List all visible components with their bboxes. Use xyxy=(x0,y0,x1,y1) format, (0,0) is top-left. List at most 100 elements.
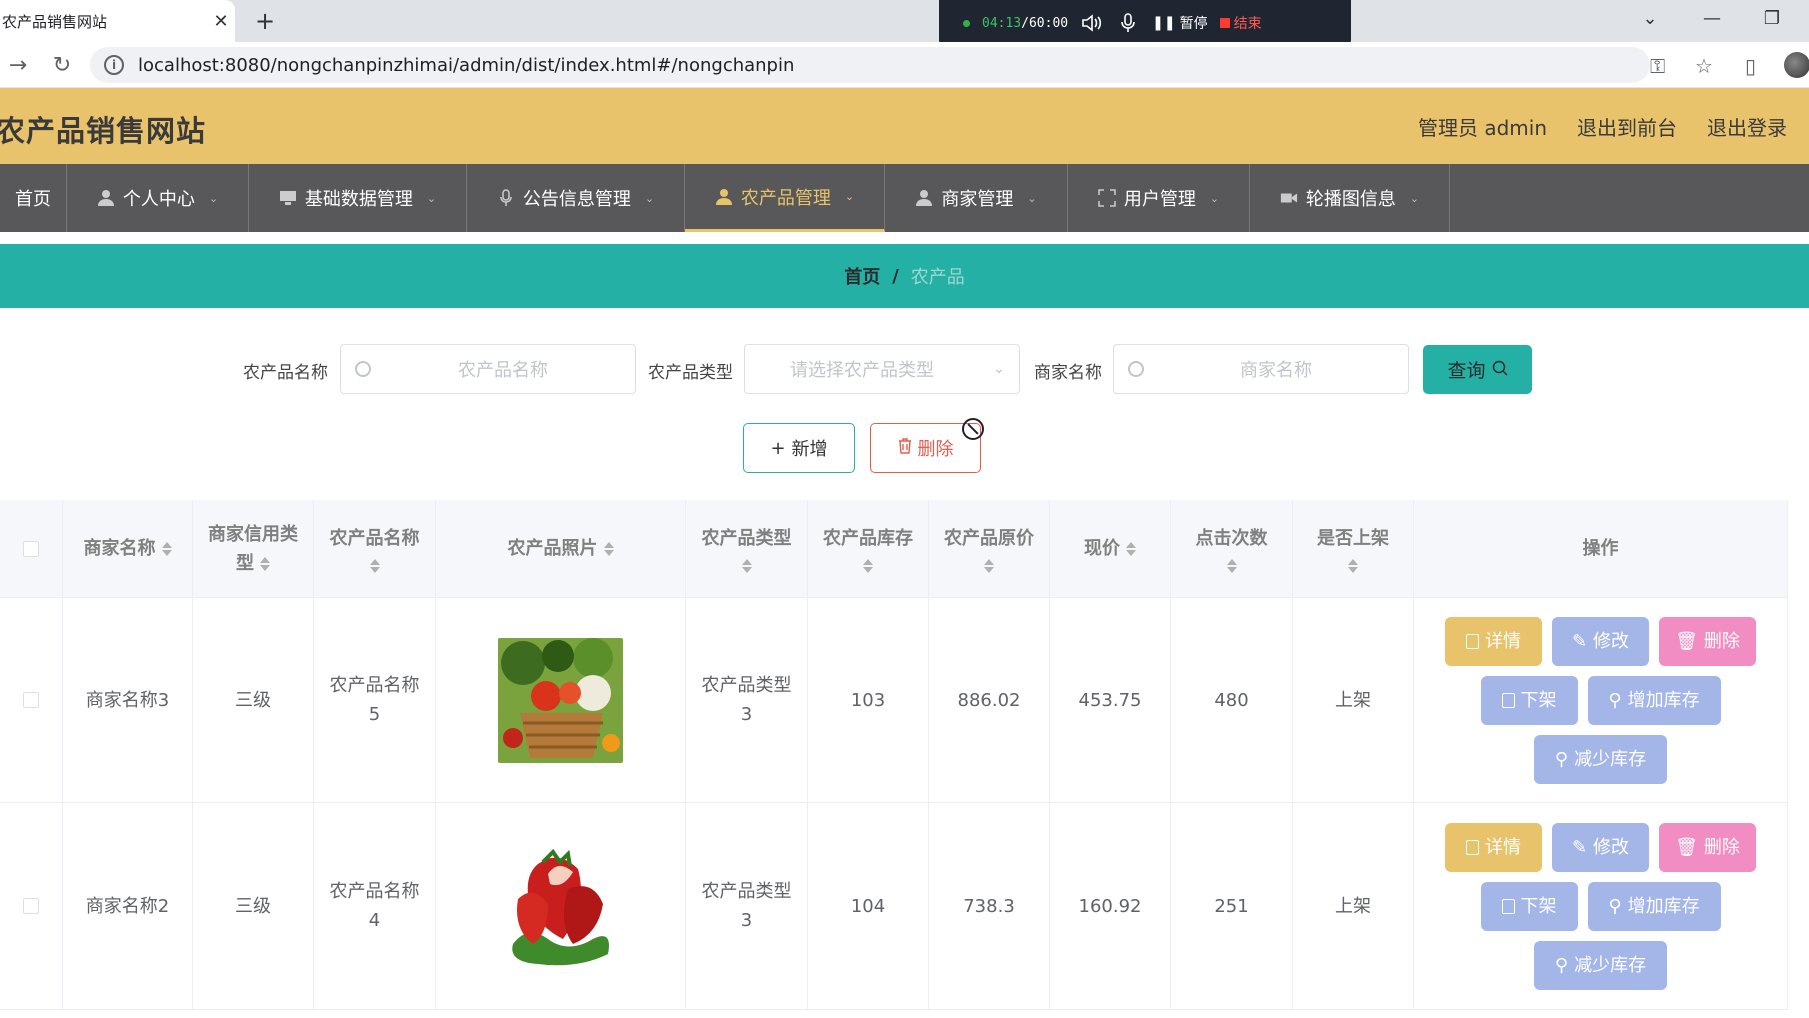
side-panel-icon[interactable]: ▯ xyxy=(1745,54,1756,78)
cell-product-type: 农产品类型3 xyxy=(686,803,808,1009)
stop-recording-button[interactable]: 结束 xyxy=(1219,13,1262,33)
cell-product-name: 农产品名称5 xyxy=(314,598,436,802)
column-label: 农产品名称 xyxy=(329,528,420,549)
nav-item-home[interactable]: 首页 xyxy=(0,164,67,232)
query-button[interactable]: 查询 xyxy=(1423,345,1532,394)
table-row: 商家名称3 三级 农产品名称5 农产品类型3 103 886.02 453.75… xyxy=(0,598,1788,803)
delete-button[interactable]: 🗑 删除 xyxy=(1659,822,1756,872)
recording-timer: 04:13/60:00 xyxy=(982,16,1068,31)
off-shelf-button[interactable]: 下架 xyxy=(1480,675,1578,725)
profile-avatar[interactable] xyxy=(1784,52,1809,78)
row-select-cell xyxy=(0,803,63,1009)
video-camera-icon xyxy=(1280,189,1298,207)
sort-icon[interactable] xyxy=(863,559,873,573)
sort-icon[interactable] xyxy=(161,541,172,556)
col-click-count[interactable]: 点击次数 xyxy=(1171,500,1293,597)
tab-search-chevron-icon[interactable]: ⌄ xyxy=(1635,8,1665,29)
restore-window-button[interactable]: ❐ xyxy=(1757,8,1787,29)
reduce-stock-button[interactable]: ⚲ 减少库存 xyxy=(1534,940,1667,990)
merchant-name-input[interactable]: 商家名称 xyxy=(1113,344,1409,394)
nav-item-product[interactable]: 农产品管理 ⌄ xyxy=(685,164,885,232)
logout-link[interactable]: 退出登录 xyxy=(1707,112,1787,141)
col-merchant-name[interactable]: 商家名称 xyxy=(63,500,193,597)
vegetable-basket-image[interactable] xyxy=(498,637,623,763)
sort-icon[interactable] xyxy=(260,556,270,571)
browser-tab[interactable]: 农产品销售网站 ✕ xyxy=(0,0,235,42)
sort-icon[interactable] xyxy=(984,559,994,573)
location-pin-icon: ⚲ xyxy=(1608,895,1622,917)
col-original-price[interactable]: 农产品原价 xyxy=(929,500,1050,597)
browser-toolbar: → ↻ i localhost:8080/nongchanpinzhimai/a… xyxy=(0,42,1809,88)
microphone-icon[interactable] xyxy=(1116,13,1140,33)
cell-product-type: 农产品类型3 xyxy=(686,598,808,802)
add-stock-button[interactable]: ⚲ 增加库存 xyxy=(1587,881,1721,931)
site-title: 农产品销售网站 xyxy=(0,114,207,148)
edit-button[interactable]: ✎ 修改 xyxy=(1552,822,1649,872)
site-info-icon[interactable]: i xyxy=(104,55,124,75)
row-checkbox[interactable] xyxy=(23,692,39,708)
column-label: 点击次数 xyxy=(1195,528,1268,549)
col-current-price[interactable]: 现价 xyxy=(1050,500,1171,597)
chevron-down-icon: ⌄ xyxy=(844,190,855,203)
add-button[interactable]: + 新增 xyxy=(743,423,855,473)
nav-item-merchant[interactable]: 商家管理 ⌄ xyxy=(885,164,1068,232)
new-tab-button[interactable]: + xyxy=(250,6,280,36)
row-checkbox[interactable] xyxy=(23,898,39,914)
detail-button[interactable]: 详情 xyxy=(1445,616,1542,666)
strawberry-image[interactable] xyxy=(498,843,623,969)
recording-elapsed: 04:13 xyxy=(982,15,1022,31)
minimize-window-button[interactable]: — xyxy=(1697,8,1727,29)
sort-icon[interactable] xyxy=(741,559,752,573)
col-product-name[interactable]: 农产品名称 xyxy=(314,500,436,597)
breadcrumb-home[interactable]: 首页 xyxy=(844,263,880,289)
product-name-input[interactable]: 农产品名称 xyxy=(340,344,636,394)
nav-item-notice[interactable]: 公告信息管理 ⌄ xyxy=(467,164,685,232)
nav-item-personal-center[interactable]: 个人中心 ⌄ xyxy=(67,164,249,232)
add-stock-button[interactable]: ⚲ 增加库存 xyxy=(1587,675,1721,725)
col-product-photo[interactable]: 农产品照片 xyxy=(436,500,686,597)
trash-icon: 🗑 xyxy=(1675,836,1698,858)
col-stock[interactable]: 农产品库存 xyxy=(808,500,929,597)
cell-credit-type: 三级 xyxy=(193,598,314,802)
password-key-icon[interactable]: ⚿ xyxy=(1650,54,1665,78)
edit-button[interactable]: ✎ 修改 xyxy=(1552,616,1649,666)
location-pin-icon: ⚲ xyxy=(1554,748,1569,770)
browser-tab-title: 农产品销售网站 xyxy=(2,12,108,31)
merchant-name-placeholder: 商家名称 xyxy=(1240,360,1312,381)
select-all-checkbox[interactable] xyxy=(23,540,39,557)
col-product-type[interactable]: 农产品类型 xyxy=(686,500,808,597)
sort-icon[interactable] xyxy=(1226,559,1237,573)
chevron-down-icon: ⌄ xyxy=(1409,191,1420,205)
off-shelf-label: 下架 xyxy=(1520,895,1557,917)
delete-button[interactable]: 🗑 删除 xyxy=(1659,616,1756,666)
reload-icon[interactable]: ↻ xyxy=(48,52,76,80)
off-shelf-button[interactable]: 下架 xyxy=(1480,881,1578,931)
col-credit-type[interactable]: 商家信用类型 xyxy=(193,500,314,597)
col-on-shelf[interactable]: 是否上架 xyxy=(1293,500,1414,597)
back-to-front-link[interactable]: 退出到前台 xyxy=(1577,112,1677,141)
document-icon xyxy=(1501,692,1515,708)
add-stock-label: 增加库存 xyxy=(1627,895,1700,917)
detail-button[interactable]: 详情 xyxy=(1445,822,1542,872)
column-label-wrap: 商家信用类型 xyxy=(207,520,299,578)
reduce-stock-label: 减少库存 xyxy=(1574,748,1647,770)
bookmark-star-icon[interactable]: ☆ xyxy=(1695,54,1713,78)
close-tab-icon[interactable]: ✕ xyxy=(207,11,235,32)
product-type-select[interactable]: 请选择农产品类型 ⌄ xyxy=(744,344,1020,394)
nav-item-basic-data[interactable]: 基础数据管理 ⌄ xyxy=(249,164,467,232)
cell-original-price: 886.02 xyxy=(929,598,1050,802)
forward-arrow-icon[interactable]: → xyxy=(4,52,32,80)
nav-item-user[interactable]: 用户管理 ⌄ xyxy=(1068,164,1250,232)
product-type-label: 农产品类型 xyxy=(648,363,733,383)
sort-icon[interactable] xyxy=(1348,559,1358,573)
nav-item-carousel[interactable]: 轮播图信息 ⌄ xyxy=(1250,164,1450,232)
sort-icon[interactable] xyxy=(603,541,614,556)
cell-click-count: 251 xyxy=(1171,803,1293,1009)
fullscreen-icon xyxy=(1098,189,1116,207)
address-bar[interactable]: i localhost:8080/nongchanpinzhimai/admin… xyxy=(90,47,1650,83)
sort-icon[interactable] xyxy=(369,559,380,573)
pause-recording-button[interactable]: ❚❚ 暂停 xyxy=(1152,13,1207,33)
speaker-icon[interactable] xyxy=(1080,13,1104,33)
sort-icon[interactable] xyxy=(1126,541,1136,556)
reduce-stock-button[interactable]: ⚲ 减少库存 xyxy=(1534,734,1667,784)
